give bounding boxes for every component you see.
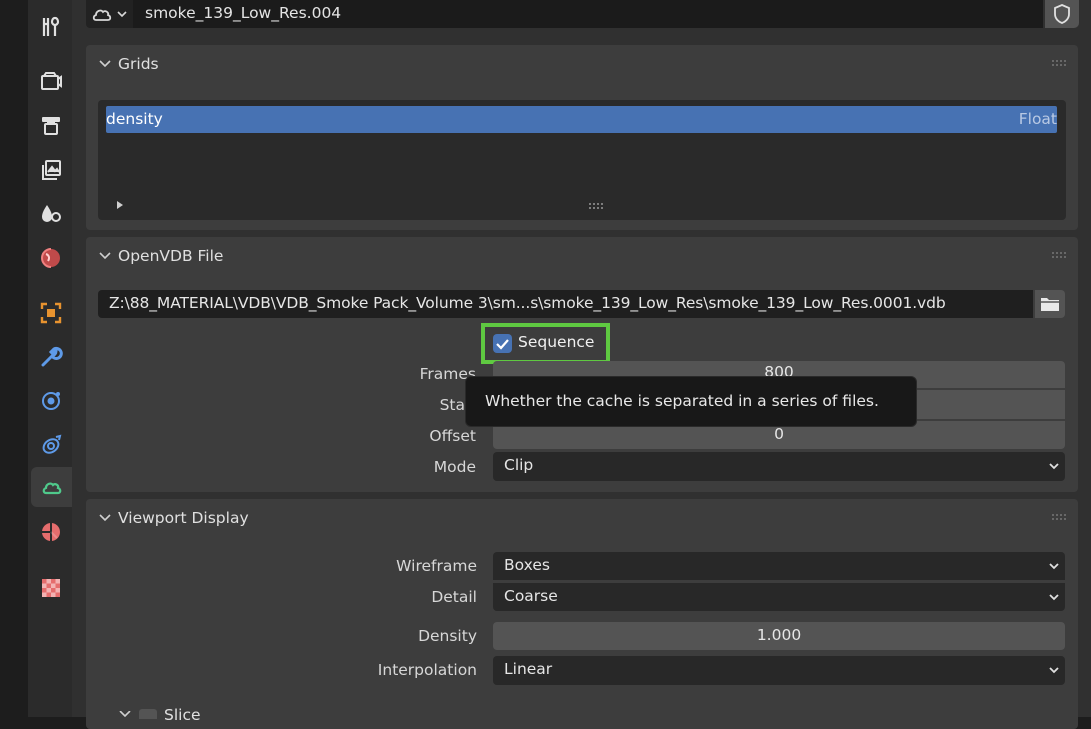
slice-label: Slice bbox=[164, 706, 201, 724]
chevron-down-icon bbox=[1049, 563, 1059, 570]
particles-icon[interactable] bbox=[36, 386, 66, 416]
mode-value: Clip bbox=[504, 456, 534, 474]
grids-panel: Grids density Float bbox=[86, 45, 1078, 230]
checkmark-icon bbox=[496, 339, 509, 350]
volume-data-icon[interactable] bbox=[31, 467, 72, 507]
drag-grip-icon[interactable] bbox=[1051, 251, 1069, 259]
datablock-name-field[interactable]: smoke_139_Low_Res.004 bbox=[133, 0, 1043, 28]
folder-icon bbox=[1041, 298, 1059, 311]
wireframe-dropdown[interactable]: Boxes bbox=[493, 552, 1065, 580]
viewport-display-panel: Viewport Display bbox=[86, 499, 1078, 729]
grids-panel-title: Grids bbox=[118, 55, 159, 73]
scene-icon[interactable] bbox=[36, 199, 66, 229]
interpolation-value: Linear bbox=[504, 660, 553, 678]
grid-type: Float bbox=[1018, 110, 1057, 128]
density-value: 1.000 bbox=[756, 626, 802, 644]
chevron-down-icon[interactable] bbox=[118, 711, 132, 717]
output-icon[interactable] bbox=[36, 111, 66, 141]
wireframe-label: Wireframe bbox=[396, 557, 477, 575]
fake-user-button[interactable] bbox=[1045, 0, 1079, 28]
world-icon[interactable] bbox=[36, 243, 66, 273]
chevron-down-icon bbox=[1049, 667, 1059, 674]
slice-checkbox[interactable] bbox=[139, 709, 157, 719]
checkbox-box bbox=[493, 334, 512, 353]
detail-value: Coarse bbox=[504, 587, 558, 605]
tool-icon[interactable] bbox=[36, 12, 66, 42]
mode-dropdown[interactable]: Clip bbox=[493, 452, 1065, 481]
detail-dropdown[interactable]: Coarse bbox=[493, 583, 1065, 611]
datablock-browse-button[interactable] bbox=[86, 0, 133, 28]
chevron-down-icon bbox=[117, 11, 127, 18]
frames-label: Frames bbox=[419, 365, 476, 383]
density-field[interactable]: 1.000 bbox=[493, 622, 1065, 650]
chevron-down-icon bbox=[1049, 463, 1059, 470]
sequence-label: Sequence bbox=[518, 333, 595, 351]
wireframe-value: Boxes bbox=[504, 556, 550, 574]
chevron-down-icon bbox=[1049, 594, 1059, 601]
grids-panel-header[interactable]: Grids bbox=[98, 55, 159, 73]
volume-data-icon bbox=[92, 9, 112, 21]
start-label: Sta bbox=[439, 396, 465, 414]
render-icon[interactable] bbox=[36, 66, 66, 96]
physics-icon[interactable] bbox=[36, 430, 66, 460]
filepath-text: Z:\88_MATERIAL\VDB\VDB_Smoke Pack_Volume… bbox=[109, 294, 946, 312]
modifier-icon[interactable] bbox=[36, 342, 66, 372]
detail-label: Detail bbox=[431, 588, 477, 606]
grid-name: density bbox=[106, 110, 163, 128]
offset-label: Offset bbox=[429, 427, 476, 445]
sequence-checkbox[interactable]: Sequence bbox=[491, 332, 603, 354]
interpolation-label: Interpolation bbox=[377, 661, 477, 679]
list-resize-grip-icon[interactable] bbox=[588, 202, 606, 210]
openvdb-panel-header[interactable]: OpenVDB File bbox=[98, 247, 223, 265]
tooltip-text: Whether the cache is separated in a seri… bbox=[485, 392, 879, 410]
list-item[interactable]: density Float bbox=[106, 106, 1057, 133]
view-layer-icon[interactable] bbox=[36, 155, 66, 185]
drag-grip-icon[interactable] bbox=[1051, 59, 1069, 67]
interpolation-dropdown[interactable]: Linear bbox=[493, 656, 1065, 685]
tooltip: Whether the cache is separated in a seri… bbox=[465, 376, 917, 427]
openvdb-panel-title: OpenVDB File bbox=[118, 247, 224, 265]
file-browse-button[interactable] bbox=[1035, 290, 1065, 318]
datablock-name: smoke_139_Low_Res.004 bbox=[145, 4, 342, 22]
texture-icon[interactable] bbox=[36, 573, 66, 603]
drag-grip-icon[interactable] bbox=[1051, 513, 1069, 521]
offset-value: 0 bbox=[774, 425, 784, 443]
chevron-down-icon bbox=[99, 514, 111, 522]
material-icon[interactable] bbox=[36, 517, 66, 547]
mode-label: Mode bbox=[433, 458, 476, 476]
expand-filter-icon[interactable] bbox=[115, 200, 125, 210]
density-label: Density bbox=[418, 627, 477, 645]
filepath-field[interactable]: Z:\88_MATERIAL\VDB\VDB_Smoke Pack_Volume… bbox=[98, 290, 1033, 318]
viewport-panel-title: Viewport Display bbox=[118, 509, 249, 527]
chevron-down-icon bbox=[99, 60, 111, 68]
object-icon[interactable] bbox=[36, 298, 66, 328]
shield-icon bbox=[1054, 4, 1070, 24]
chevron-down-icon bbox=[99, 252, 111, 260]
viewport-panel-header[interactable]: Viewport Display bbox=[98, 509, 249, 527]
